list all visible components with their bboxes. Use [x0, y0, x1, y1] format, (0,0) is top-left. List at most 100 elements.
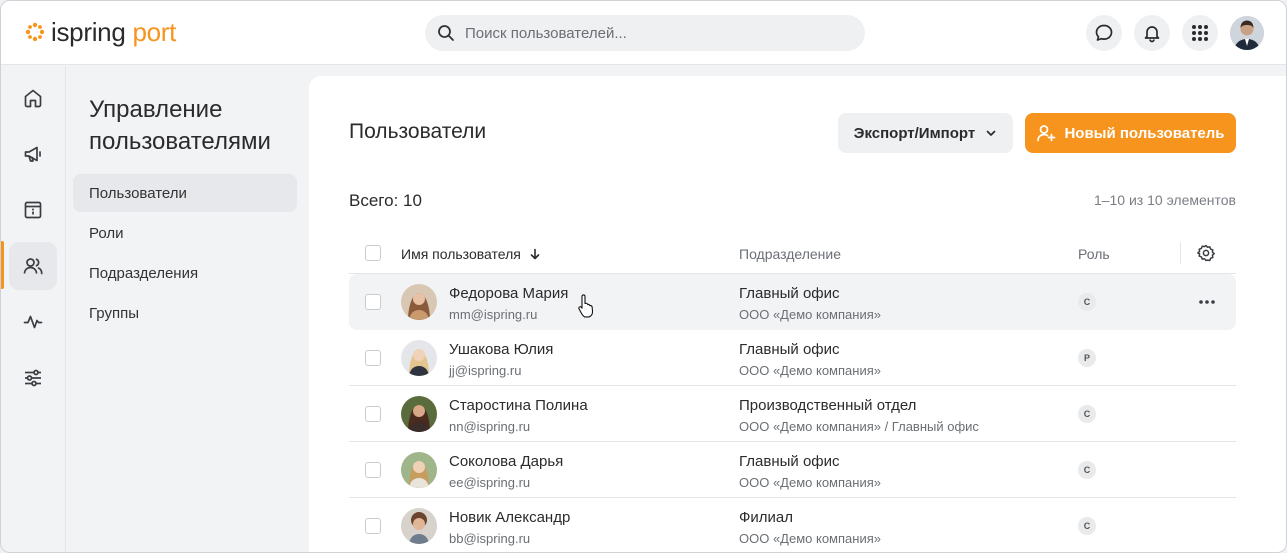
user-email: mm@ispring.ru [449, 307, 538, 322]
rail-users[interactable] [9, 242, 57, 290]
table-header: Имя пользователя Подразделение Роль [349, 234, 1236, 274]
user-avatar[interactable] [1230, 16, 1264, 50]
subnav-item-label: Пользователи [89, 184, 187, 202]
row-checkbox[interactable] [365, 350, 381, 366]
table-row[interactable]: Новик Александр bb@ispring.ru Филиал ООО… [349, 498, 1236, 552]
user-name[interactable]: Федорова Мария [449, 285, 568, 302]
bell-icon [1144, 26, 1160, 43]
avatar [401, 508, 437, 544]
user-department: Филиал [739, 509, 794, 526]
user-organization: ООО «Демо компания» [739, 475, 881, 490]
search-bar[interactable] [425, 15, 865, 51]
search-icon [438, 25, 454, 41]
column-name-label: Имя пользователя [401, 246, 521, 262]
section-sidebar: Управление пользователями Пользователи Р… [66, 66, 309, 552]
apps-button[interactable] [1182, 15, 1218, 51]
main-panel: Пользователи Экспорт/Импорт Новый пользо… [309, 76, 1286, 552]
user-department: Главный офис [739, 341, 840, 358]
table-settings-button[interactable] [1196, 243, 1216, 266]
search-input[interactable] [465, 24, 845, 42]
user-organization: ООО «Демо компания» [739, 307, 881, 322]
user-organization: ООО «Демо компания» [739, 531, 881, 546]
add-user-icon [1037, 125, 1056, 142]
user-name[interactable]: Соколова Дарья [449, 453, 563, 470]
rail-activity[interactable] [9, 298, 57, 346]
subnav-item-label: Группы [89, 304, 139, 322]
row-checkbox[interactable] [365, 462, 381, 478]
export-import-button[interactable]: Экспорт/Импорт [838, 113, 1013, 153]
gear-icon [1197, 244, 1215, 262]
rail-news[interactable] [9, 130, 57, 178]
user-email: ee@ispring.ru [449, 475, 531, 490]
table-row[interactable]: Старостина Полина nn@ispring.ru Производ… [349, 386, 1236, 442]
column-separator [1180, 242, 1181, 264]
hand-pointer-cursor-icon [578, 294, 594, 318]
app-window: ispring port Поиск пользователей... Упра… [0, 0, 1287, 553]
table-row[interactable]: Ушакова Юлия jj@ispring.ru Главный офис … [349, 330, 1236, 386]
rail-settings[interactable] [9, 354, 57, 402]
sort-arrow-down-icon [530, 248, 540, 260]
role-badge: Р [1078, 349, 1096, 367]
megaphone-icon [24, 146, 41, 162]
rail-active-indicator [1, 241, 4, 289]
role-badge: С [1078, 405, 1096, 423]
column-name-header[interactable]: Имя пользователя [401, 246, 541, 262]
column-role-header[interactable]: Роль [1078, 246, 1110, 262]
avatar [401, 284, 437, 320]
column-department-header[interactable]: Подразделение [739, 246, 841, 262]
user-name[interactable]: Старостина Полина [449, 397, 588, 414]
info-card-icon [24, 201, 42, 219]
table-row[interactable]: Федорова Мария mm@ispring.ru Главный офи… [349, 274, 1236, 330]
user-department: Главный офис [739, 453, 840, 470]
page-title: Пользователи [349, 120, 487, 143]
user-department: Производственный отдел [739, 397, 917, 414]
table-row[interactable]: Соколова Дарья ee@ispring.ru Главный офи… [349, 442, 1236, 498]
chat-button[interactable] [1086, 15, 1122, 51]
subnav-item-departments[interactable]: Подразделения [73, 254, 297, 292]
user-name[interactable]: Новик Александр [449, 509, 570, 526]
logo-mark-icon [25, 22, 45, 42]
avatar [401, 340, 437, 376]
row-more-button[interactable] [1197, 292, 1217, 317]
chat-icon [1095, 24, 1113, 41]
logo[interactable]: ispring port [25, 18, 176, 46]
apps-grid-icon [1192, 25, 1208, 41]
subnav-item-label: Роли [89, 224, 124, 242]
new-user-button[interactable]: Новый пользователь [1025, 113, 1236, 153]
select-all-checkbox[interactable] [365, 245, 381, 261]
user-email: bb@ispring.ru [449, 531, 531, 546]
rail-home[interactable] [9, 74, 57, 122]
user-department: Главный офис [739, 285, 840, 302]
row-checkbox[interactable] [365, 294, 381, 310]
users-icon [23, 258, 43, 275]
subnav-item-groups[interactable]: Группы [73, 294, 297, 332]
top-actions [1086, 15, 1264, 51]
subnav-item-label: Подразделения [89, 264, 199, 282]
user-email: nn@ispring.ru [449, 419, 531, 434]
user-name[interactable]: Ушакова Юлия [449, 341, 553, 358]
role-badge: С [1078, 461, 1096, 479]
row-checkbox[interactable] [365, 406, 381, 422]
top-bar: ispring port [1, 1, 1286, 65]
notifications-button[interactable] [1134, 15, 1170, 51]
total-count: Всего: 10 [349, 191, 422, 210]
user-avatar-image [1230, 16, 1264, 50]
sliders-icon [25, 369, 41, 387]
rail-info[interactable] [9, 186, 57, 234]
subnav-item-users[interactable]: Пользователи [73, 174, 297, 212]
export-import-label: Экспорт/Импорт [853, 124, 976, 142]
subnav-item-roles[interactable]: Роли [73, 214, 297, 252]
new-user-label: Новый пользователь [1064, 124, 1225, 142]
row-checkbox[interactable] [365, 518, 381, 534]
avatar [401, 452, 437, 488]
role-badge: С [1078, 293, 1096, 311]
more-horizontal-icon [1199, 300, 1215, 304]
pagination-range: 1–10 из 10 элементов [1093, 192, 1236, 208]
logo-word-ispring: ispring [51, 17, 126, 47]
user-email: jj@ispring.ru [449, 363, 522, 378]
role-badge: С [1078, 517, 1096, 535]
activity-icon [23, 315, 43, 329]
chevron-down-icon [986, 130, 996, 136]
home-icon [24, 89, 42, 108]
user-organization: ООО «Демо компания» [739, 363, 881, 378]
